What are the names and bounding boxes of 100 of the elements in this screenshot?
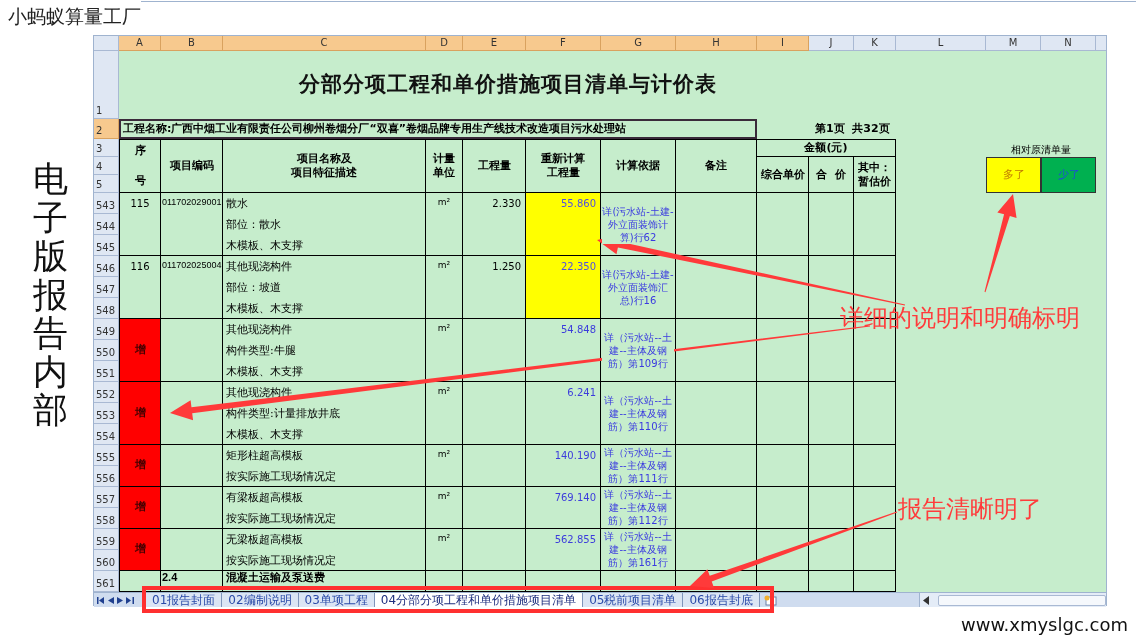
- row-header[interactable]: 549: [94, 319, 119, 340]
- description-line: 有梁板超高模板: [225, 490, 304, 506]
- next-sheet-icon[interactable]: [117, 596, 123, 604]
- description-line: 按实际施工现场情况定: [225, 511, 337, 527]
- row-header[interactable]: 554: [94, 424, 119, 445]
- table-cell: m²: [426, 193, 463, 256]
- header-cell: 综合单价: [757, 157, 809, 193]
- table-cell: [463, 445, 526, 487]
- column-header[interactable]: I: [757, 36, 809, 51]
- row-header[interactable]: 544: [94, 214, 119, 235]
- calculation-basis: 详（污水站--土建--主体及钢筋）第112行: [602, 488, 674, 527]
- row-header[interactable]: 543: [94, 193, 119, 214]
- header-cell: 金额(元): [757, 139, 896, 157]
- column-header[interactable]: J: [809, 36, 854, 51]
- first-sheet-icon[interactable]: [97, 596, 105, 604]
- table-cell: 115: [119, 193, 161, 256]
- row-header[interactable]: 557: [94, 487, 119, 508]
- sheet-tab[interactable]: 06报告封底: [683, 593, 760, 607]
- row-header[interactable]: 556: [94, 466, 119, 487]
- column-header[interactable]: C: [223, 36, 426, 51]
- added-marker: 增: [119, 529, 161, 571]
- sheet-tab[interactable]: 01报告封面: [146, 593, 223, 607]
- horizontal-scrollbar[interactable]: [919, 593, 1106, 607]
- description-line: 按实际施工现场情况定: [225, 553, 337, 569]
- description-line: 部位：散水: [225, 217, 282, 233]
- added-marker: 增: [119, 382, 161, 445]
- sheet-tab[interactable]: 04分部分项工程和单价措施项目清单: [374, 593, 584, 607]
- added-marker: 增: [119, 487, 161, 529]
- column-header[interactable]: F: [526, 36, 601, 51]
- row-header[interactable]: 545: [94, 235, 119, 256]
- legend-title: 相对原清单量: [1010, 143, 1072, 157]
- sheet-tab[interactable]: 02编制说明: [222, 593, 299, 607]
- table-cell: 011702029001: [161, 193, 223, 256]
- row-header[interactable]: 561: [94, 571, 119, 592]
- description-line: 混凝土运输及泵送费: [225, 571, 326, 585]
- last-sheet-icon[interactable]: [126, 596, 134, 604]
- column-header[interactable]: G: [601, 36, 676, 51]
- row-header[interactable]: 551: [94, 361, 119, 382]
- description-line: 构件类型:牛腿: [225, 343, 297, 359]
- description-line: 矩形柱超高模板: [225, 448, 304, 464]
- row-header[interactable]: 555: [94, 445, 119, 466]
- description-line: 木模板、木支撑: [225, 301, 304, 317]
- table-cell: [463, 529, 526, 571]
- column-header[interactable]: K: [854, 36, 896, 51]
- row-header[interactable]: 2: [94, 119, 119, 139]
- table-cell: [809, 193, 854, 256]
- header-cell: 项目编码: [161, 139, 223, 193]
- row-header[interactable]: 559: [94, 529, 119, 550]
- column-header[interactable]: L: [896, 36, 986, 51]
- row-header[interactable]: 5: [94, 175, 119, 193]
- table-cell: [809, 445, 854, 487]
- row-header[interactable]: 560: [94, 550, 119, 571]
- column-header[interactable]: H: [676, 36, 757, 51]
- row-header[interactable]: 3: [94, 139, 119, 157]
- row-header[interactable]: 558: [94, 508, 119, 529]
- table-cell: 562.855: [526, 529, 601, 571]
- calculation-basis: 详(污水站-土建-外立面装饰计算)行62: [602, 204, 674, 244]
- table-cell: [757, 445, 809, 487]
- table-cell: 769.140: [526, 487, 601, 529]
- sheet-tab[interactable]: 05税前项目清单: [583, 593, 684, 607]
- insert-sheet-icon[interactable]: [763, 594, 778, 606]
- header-cell: 工程量: [463, 139, 526, 193]
- row-header[interactable]: 4: [94, 157, 119, 175]
- table-cell: m²: [426, 445, 463, 487]
- description-line: 构件类型:计量排放井底: [225, 406, 341, 422]
- row-header[interactable]: 552: [94, 382, 119, 403]
- table-cell: m²: [426, 487, 463, 529]
- column-header[interactable]: N: [1041, 36, 1096, 51]
- table-cell: 140.190: [526, 445, 601, 487]
- table-cell: 6.241: [526, 382, 601, 445]
- table-cell: [757, 382, 809, 445]
- table-cell: 55.860: [526, 193, 601, 256]
- row-header[interactable]: 553: [94, 403, 119, 424]
- row-header[interactable]: 546: [94, 256, 119, 277]
- calculation-basis: 详（污水站--土建--主体及钢筋）第111行: [602, 446, 674, 485]
- row-header[interactable]: 550: [94, 340, 119, 361]
- header-cell: 合 价: [809, 157, 854, 193]
- column-header[interactable]: A: [119, 36, 161, 51]
- page-info: 第1页 共32页: [814, 120, 891, 137]
- column-header[interactable]: D: [426, 36, 463, 51]
- scroll-left-icon[interactable]: [920, 595, 932, 605]
- table-cell: m²: [426, 529, 463, 571]
- table-cell: m²: [426, 256, 463, 319]
- column-header[interactable]: M: [986, 36, 1041, 51]
- column-header[interactable]: E: [463, 36, 526, 51]
- row-header[interactable]: 1: [94, 51, 119, 119]
- header-cell: 其中： 暂估价: [854, 157, 896, 193]
- sheet-tab[interactable]: 03单项工程: [298, 593, 375, 607]
- row-header[interactable]: 547: [94, 277, 119, 298]
- row-header[interactable]: 548: [94, 298, 119, 319]
- description-line: 无梁板超高模板: [225, 532, 304, 548]
- table-cell: [854, 193, 896, 256]
- calculation-basis: 详（污水站--土建--主体及钢筋）第161行: [602, 530, 674, 569]
- description-line: 木模板、木支撑: [225, 427, 304, 443]
- column-header[interactable]: B: [161, 36, 223, 51]
- previous-sheet-icon[interactable]: [108, 596, 114, 604]
- website-url: www.xmyslgc.com: [961, 614, 1128, 636]
- table-cell: 011702025004: [161, 256, 223, 319]
- table-cell: [854, 382, 896, 445]
- header-cell: 序号: [119, 139, 161, 193]
